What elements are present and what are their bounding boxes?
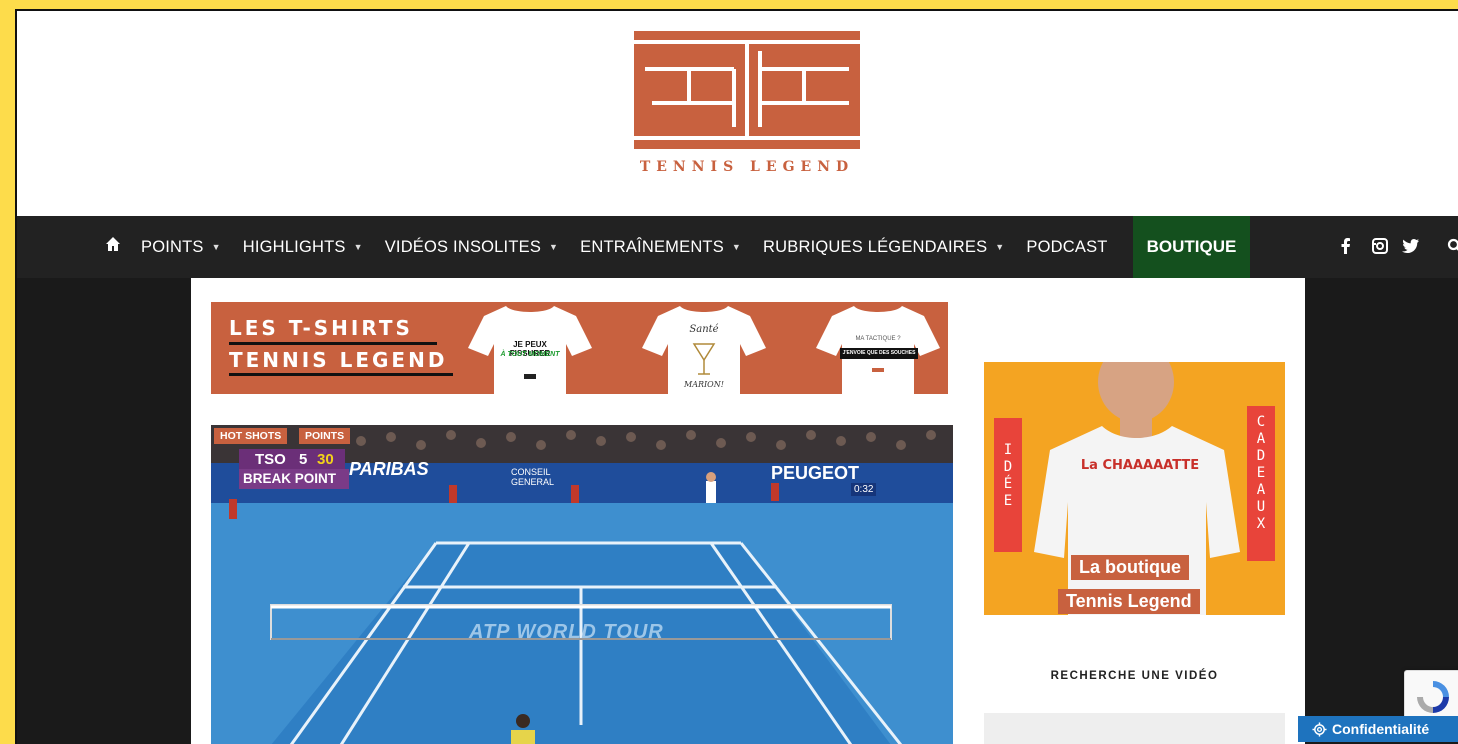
recaptcha-icon <box>1417 681 1449 713</box>
nav-items: POINTS ▼ HIGHLIGHTS ▼ VIDÉOS INSOLITES ▼ EN… <box>141 216 1130 278</box>
side-text-left: IDÉE <box>1003 442 1013 509</box>
nav-item-points[interactable]: POINTS ▼ <box>141 238 221 257</box>
nav-item-videos-insolites[interactable]: VIDÉOS INSOLITES ▼ <box>385 238 558 257</box>
shirt-logo <box>524 374 536 379</box>
court-text: ATP WORLD TOUR <box>469 621 664 643</box>
shirt-text-bottom: J'ENVOIE QUE DES SOUCHES <box>842 350 916 356</box>
boutique-ad[interactable]: IDÉE CADEAUX La CHAAAAATTE La boutique T… <box>984 362 1285 615</box>
logo-text: TENNIS LEGEND <box>639 159 855 175</box>
tshirt-image: MA TACTIQUE ? J'ENVOIE QUE DES SOUCHES <box>814 304 942 396</box>
sponsor-text: PARIBAS <box>349 459 429 479</box>
main-nav: POINTS ▼ HIGHLIGHTS ▼ VIDÉOS INSOLITES ▼ EN… <box>17 216 1458 278</box>
shirt-text-bottom: À TOUT MOMENT <box>500 351 560 358</box>
nav-item-label: RUBRIQUES LÉGENDAIRES <box>763 237 988 256</box>
tshirt-banner[interactable]: LES T-SHIRTS TENNIS LEGEND JE PEUX FISSU… <box>211 302 948 396</box>
nav-item-label: PODCAST <box>1026 237 1108 256</box>
nav-item-label: POINTS <box>141 237 204 256</box>
gear-icon <box>1312 721 1327 737</box>
browser-frame: TENNIS LEGEND POINTS ▼ HIGHLIGHTS ▼ VIDÉOS… <box>15 9 1458 744</box>
banner-underline <box>229 373 453 376</box>
nav-item-boutique[interactable]: BOUTIQUE <box>1133 216 1250 278</box>
search-input[interactable] <box>984 713 1285 744</box>
ad-cta-line2: Tennis Legend <box>1058 589 1200 614</box>
sponsor-text: CONSEIL GENERAL <box>511 467 555 487</box>
privacy-settings-button[interactable]: Confidentialité <box>1298 716 1458 742</box>
nav-item-podcast[interactable]: PODCAST <box>1026 238 1107 257</box>
tshirt-image: Santé MARION! <box>640 304 768 396</box>
site-header: TENNIS LEGEND <box>17 11 1458 216</box>
nav-item-highlights[interactable]: HIGHLIGHTS ▼ <box>243 238 363 257</box>
score-games: 5 <box>299 451 308 468</box>
nav-item-label: VIDÉOS INSOLITES <box>384 237 542 256</box>
tshirt-image: JE PEUX FISSURER À TOUT MOMENT <box>466 304 594 396</box>
caret-down-icon: ▼ <box>995 242 1005 252</box>
banner-line2: TENNIS LEGEND <box>229 348 448 372</box>
banner-underline <box>229 342 437 345</box>
nav-item-rubriques-legendaires[interactable]: RUBRIQUES LÉGENDAIRES ▼ <box>763 238 1004 257</box>
score-status: BREAK POINT <box>243 471 337 486</box>
nav-item-label: HIGHLIGHTS <box>242 237 346 256</box>
privacy-label: Confidentialité <box>1332 721 1430 737</box>
shirt-logo <box>872 368 884 372</box>
twitter-icon[interactable] <box>1402 238 1419 254</box>
ad-cta-line1: La boutique <box>1071 555 1189 580</box>
caret-down-icon: ▼ <box>549 242 559 252</box>
break-point-label: BREAK POINT <box>239 469 349 489</box>
shirt-text-top: MA TACTIQUE ? <box>855 336 901 342</box>
category-tag[interactable]: HOT SHOTS <box>214 428 288 444</box>
category-tag[interactable]: POINTS <box>299 428 351 444</box>
home-icon[interactable] <box>105 236 121 252</box>
scoreboard: TSO 5 30 <box>239 449 345 469</box>
sponsor-text: PEUGEOT <box>771 463 860 483</box>
logo-mark <box>634 31 860 149</box>
caret-down-icon: ▼ <box>731 242 742 252</box>
shirt-text-top: Santé <box>689 324 719 335</box>
side-text-right: CADEAUX <box>1256 414 1266 532</box>
score-points: 30 <box>317 451 334 468</box>
site-logo[interactable]: TENNIS LEGEND <box>634 31 860 175</box>
facebook-icon[interactable] <box>1341 238 1351 254</box>
score-player: TSO <box>255 451 286 468</box>
banner-line1: LES T-SHIRTS <box>229 316 413 340</box>
search-widget-title: RECHERCHE UNE VIDÉO <box>1050 670 1219 682</box>
ad-shirt-text: La CHAAAAATTE <box>1080 458 1200 473</box>
search-icon[interactable] <box>1447 238 1458 254</box>
caret-down-icon: ▼ <box>353 242 363 252</box>
match-clock: 0:32 <box>851 483 877 496</box>
shirt-text-bottom: MARION! <box>684 380 724 389</box>
main-content: LES T-SHIRTS TENNIS LEGEND JE PEUX FISSU… <box>191 278 1305 744</box>
video-thumbnail[interactable]: HOT SHOTS POINTS TSO 5 30 BREAK POINT PA… <box>211 425 953 744</box>
nav-item-entrainements[interactable]: ENTRAÎNEMENTS ▼ <box>580 238 741 257</box>
caret-down-icon: ▼ <box>211 242 221 252</box>
nav-item-label: ENTRAÎNEMENTS <box>580 237 724 256</box>
instagram-icon[interactable] <box>1372 238 1388 254</box>
